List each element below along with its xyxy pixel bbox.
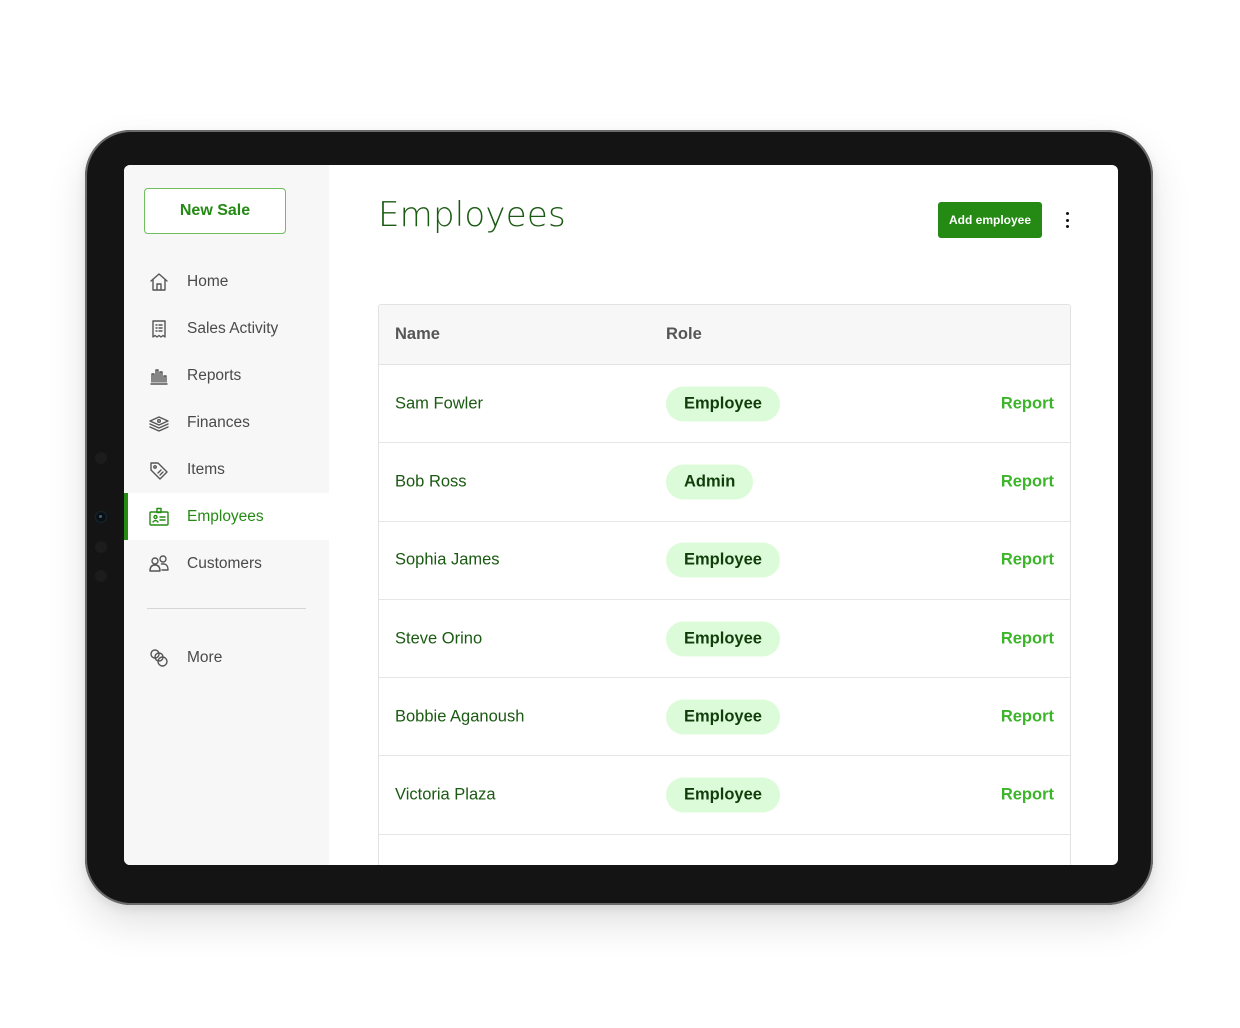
users-icon [148,553,170,575]
sidebar-item-label: Customers [187,554,262,572]
table-header: Name Role [379,305,1070,365]
table-row[interactable] [379,835,1070,865]
table-row[interactable]: Bob Ross Admin Report [379,443,1070,522]
add-employee-button[interactable]: Add employee [938,202,1042,238]
sensor-dot [95,452,107,464]
employee-name: Bobbie Aganoush [395,707,525,726]
sidebar-item-label: Finances [187,413,250,431]
employee-name: Sophia James [395,550,500,569]
new-sale-button[interactable]: New Sale [144,188,286,234]
sensor-dot [95,570,107,582]
report-link[interactable]: Report [1001,551,1054,570]
app-screen: New Sale Home Sales Activity Reports Fin… [124,165,1118,865]
report-link[interactable]: Report [1001,629,1054,648]
sidebar-nav: Home Sales Activity Reports Finances Ite… [124,258,329,587]
table-row[interactable]: Sam Fowler Employee Report [379,365,1070,444]
sidebar-item-label: Home [187,272,229,290]
sidebar-item-items[interactable]: Items [124,446,329,493]
role-badge: Employee [666,621,780,657]
sidebar-item-customers[interactable]: Customers [124,540,329,587]
role-badge: Employee [666,699,780,735]
tag-icon [148,459,170,481]
money-stack-icon [148,412,170,434]
role-badge: Employee [666,542,780,578]
sidebar-item-sales-activity[interactable]: Sales Activity [124,305,329,352]
sidebar-item-label: Employees [187,507,264,525]
table-row[interactable]: Bobbie Aganoush Employee Report [379,678,1070,757]
receipt-icon [148,318,170,340]
role-badge: Employee [666,777,780,813]
report-link[interactable]: Report [1001,786,1054,805]
table-row[interactable]: Steve Orino Employee Report [379,600,1070,679]
report-link[interactable]: Report [1001,472,1054,491]
table-row[interactable]: Victoria Plaza Employee Report [379,756,1070,835]
role-badge: Admin [666,464,754,500]
employee-name: Steve Orino [395,629,483,648]
employee-name: Victoria Plaza [395,785,496,804]
bar-chart-icon [148,365,170,387]
camera-lens [95,511,107,523]
sensor-dot [95,541,107,553]
home-icon [148,271,170,293]
sidebar-item-home[interactable]: Home [124,258,329,305]
circles-icon [148,647,170,669]
sidebar: New Sale Home Sales Activity Reports Fin… [124,165,329,865]
page-title: Employees [378,195,566,235]
sidebar-item-label: Items [187,460,225,478]
sidebar-item-label: Sales Activity [187,319,279,337]
report-link[interactable]: Report [1001,394,1054,413]
column-header-name: Name [395,325,440,343]
id-badge-icon [148,506,170,528]
sidebar-item-finances[interactable]: Finances [124,399,329,446]
sidebar-item-more[interactable]: More [124,634,329,681]
column-header-role: Role [666,325,702,343]
kebab-menu-icon[interactable] [1060,209,1074,231]
sidebar-item-employees[interactable]: Employees [124,493,329,540]
employee-name: Sam Fowler [395,394,484,413]
sidebar-divider [147,608,306,609]
report-link[interactable]: Report [1001,707,1054,726]
sidebar-item-label: More [187,648,223,666]
employees-table: Name Role Sam Fowler Employee Report Bob Ro… [378,304,1071,865]
table-row[interactable]: Sophia James Employee Report [379,522,1070,600]
role-badge: Employee [666,386,780,422]
sidebar-item-reports[interactable]: Reports [124,352,329,399]
sidebar-item-label: Reports [187,366,242,384]
employee-name: Bob Ross [395,472,467,491]
